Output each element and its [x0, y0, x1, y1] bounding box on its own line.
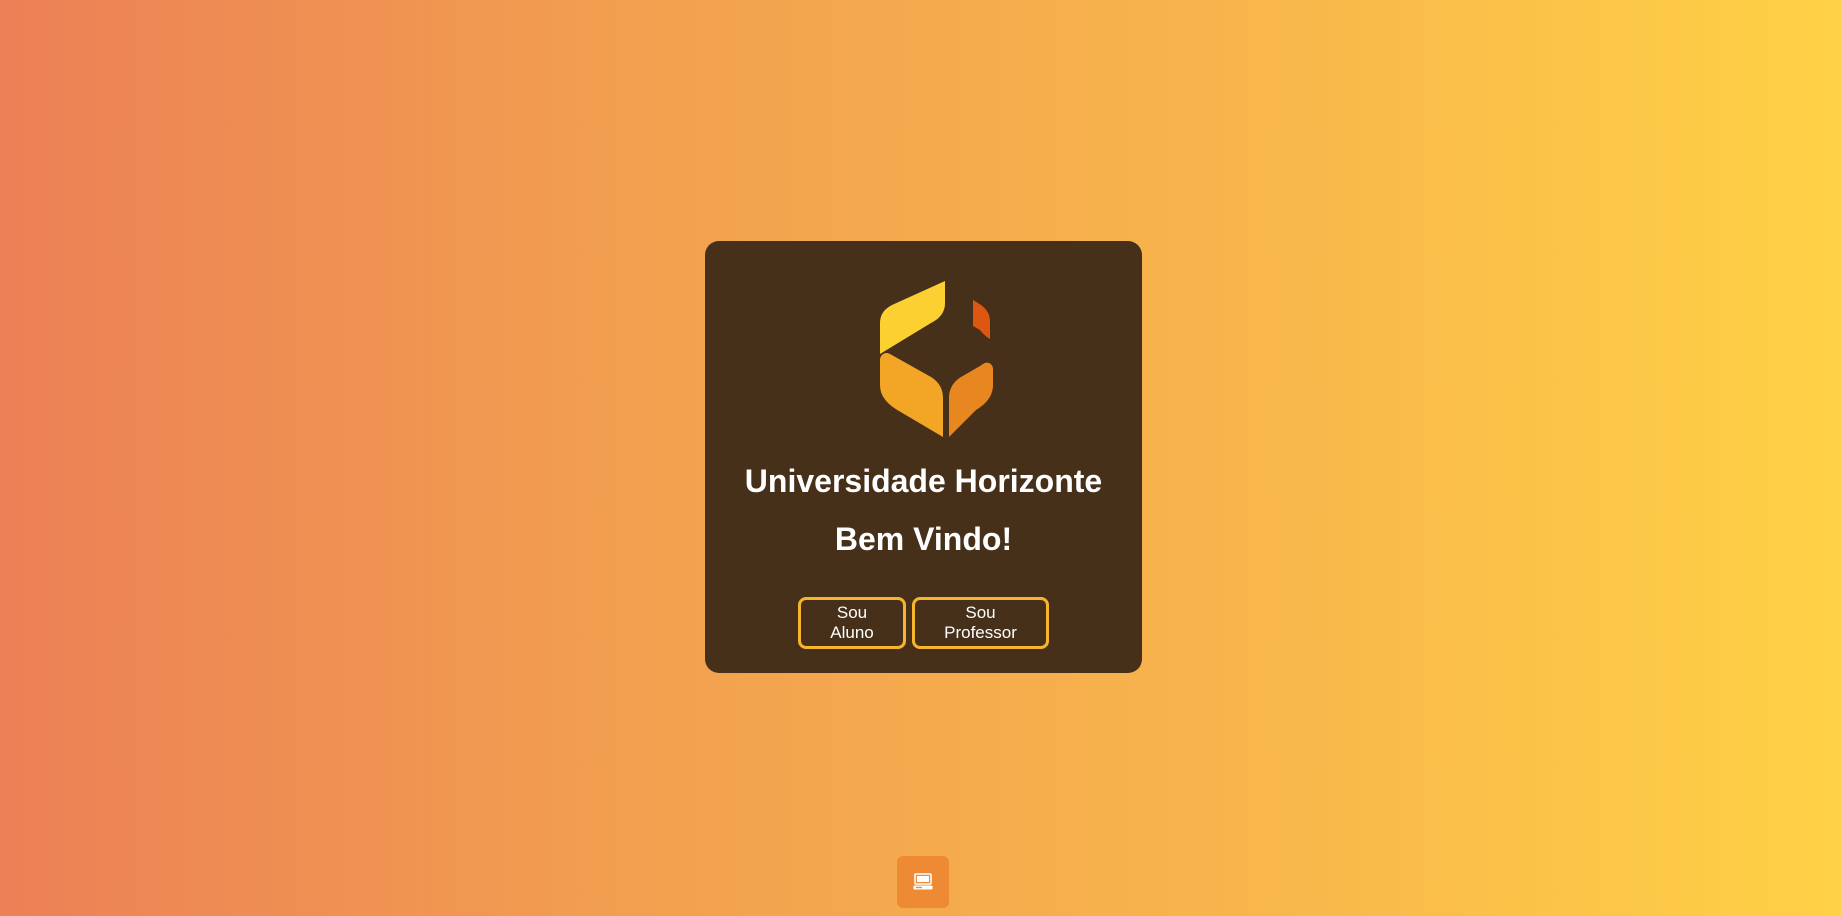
- student-button[interactable]: Sou Aluno: [798, 597, 906, 649]
- professor-button[interactable]: Sou Professor: [912, 597, 1049, 649]
- welcome-card: Universidade Horizonte Bem Vindo! Sou Al…: [705, 241, 1142, 673]
- laptop-icon: [913, 873, 933, 890]
- welcome-heading: Bem Vindo!: [834, 521, 1013, 557]
- floating-laptop-button[interactable]: [897, 856, 949, 908]
- role-buttons: Sou Aluno Sou Professor: [705, 597, 1142, 649]
- university-title: Universidade Horizonte: [744, 463, 1103, 499]
- wheat-leaves-logo-icon: [880, 281, 993, 437]
